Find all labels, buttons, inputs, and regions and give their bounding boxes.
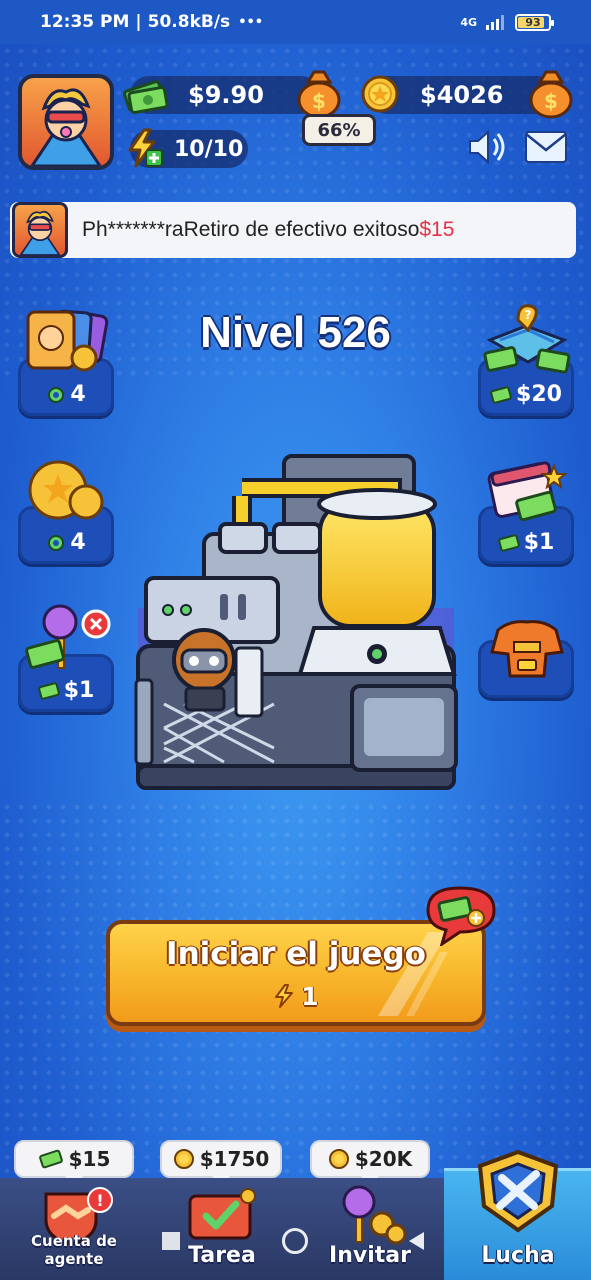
lollipop-cash-icon <box>25 604 111 669</box>
cash-stack-icon <box>123 80 169 114</box>
energy-bolt-icon <box>275 984 294 1008</box>
cash-icon <box>497 533 520 552</box>
gold-coin-icon <box>173 1149 194 1169</box>
nav-home-icon[interactable] <box>282 1228 308 1254</box>
invite-reward-pill: $20K <box>310 1140 430 1186</box>
task-reward-pill: $1750 <box>160 1140 282 1186</box>
invite-lollipop-icon <box>342 1185 407 1245</box>
gear-icon <box>48 386 65 403</box>
task-reward-value: $1750 <box>199 1147 270 1171</box>
signal-icon <box>486 15 504 30</box>
status-bar: 12:35 PM | 50.8kB/s ••• 4G 93 <box>0 0 591 44</box>
tab-tarea[interactable]: Tarea <box>176 1243 268 1268</box>
battery-icon: 93 <box>515 13 554 31</box>
mail-icon[interactable] <box>524 130 568 164</box>
cards-tile-value: 4 <box>70 382 86 407</box>
gear-icon <box>48 534 65 551</box>
battery-level: 93 <box>525 15 541 29</box>
notice-user: Ph*******ra <box>82 218 184 241</box>
nav-recent-icon[interactable] <box>162 1232 180 1250</box>
calendar-tile-value: $1 <box>523 530 555 555</box>
notice-hero-icon <box>19 210 61 255</box>
network-indicator: 4G <box>460 15 477 29</box>
status-time: 12:35 PM <box>40 12 130 32</box>
svg-text:$: $ <box>312 89 326 113</box>
gold-coin-icon <box>361 75 399 113</box>
player-avatar[interactable] <box>18 74 114 170</box>
cash-value: $9.90 <box>188 81 264 109</box>
task-checklist-icon <box>188 1188 256 1240</box>
progress-percent: 66% <box>317 119 361 141</box>
coin-value: $4026 <box>420 81 504 109</box>
progress-percent-tag: 66% <box>302 114 376 146</box>
add-energy-icon[interactable] <box>124 128 164 170</box>
status-more: ••• <box>238 14 264 30</box>
factory-machine-illustration <box>134 454 458 790</box>
notice-amount: $15 <box>419 218 455 241</box>
hero-avatar-icon <box>30 88 102 166</box>
tab-lucha[interactable]: Lucha <box>458 1243 578 1268</box>
withdrawal-notice: Ph*******ra Retiro de efectivo exitoso $15 <box>10 202 576 258</box>
status-right: 4G 93 <box>460 13 554 31</box>
armor-icon <box>490 620 564 678</box>
tab-cuenta-de-agente[interactable]: Cuenta de agente <box>6 1232 142 1268</box>
cash-icon <box>490 385 512 404</box>
sound-icon[interactable] <box>466 128 508 166</box>
calendar-cash-icon <box>487 461 568 522</box>
cash-icon <box>38 1149 63 1169</box>
energy-value: 10/10 <box>174 136 244 162</box>
battle-shield-icon <box>477 1149 559 1233</box>
notice-message: Retiro de efectivo exitoso <box>183 218 420 241</box>
map-tile-value: $20 <box>516 382 562 407</box>
cards-icon <box>26 309 109 372</box>
status-speed: 50.8kB/s <box>147 12 231 32</box>
agent-reward-value: $15 <box>68 1147 111 1171</box>
coin-bag-icon[interactable]: $ <box>526 68 576 120</box>
svg-text:!: ! <box>96 1191 103 1210</box>
lollipop-tile-value: $1 <box>63 678 95 703</box>
tab-invitar[interactable]: Invitar <box>322 1243 418 1268</box>
svg-text:$: $ <box>544 89 558 113</box>
start-game-cost-value: 1 <box>301 982 319 1011</box>
gold-coins-icon <box>28 460 104 520</box>
gold-coin-icon <box>328 1149 349 1169</box>
start-game-cost: 1 <box>110 982 482 1011</box>
coins-tile-value: 4 <box>70 530 86 555</box>
nav-back-icon[interactable] <box>406 1230 426 1252</box>
agent-reward-pill: $15 <box>14 1140 134 1186</box>
invite-reward-value: $20K <box>354 1147 413 1171</box>
notice-avatar <box>12 202 68 258</box>
cash-icon <box>37 681 60 700</box>
bonus-cash-bubble-icon[interactable] <box>422 882 500 946</box>
map-cash-icon: ? <box>483 304 571 374</box>
money-bag-icon[interactable]: $ <box>294 68 344 120</box>
svg-text:?: ? <box>525 308 532 322</box>
